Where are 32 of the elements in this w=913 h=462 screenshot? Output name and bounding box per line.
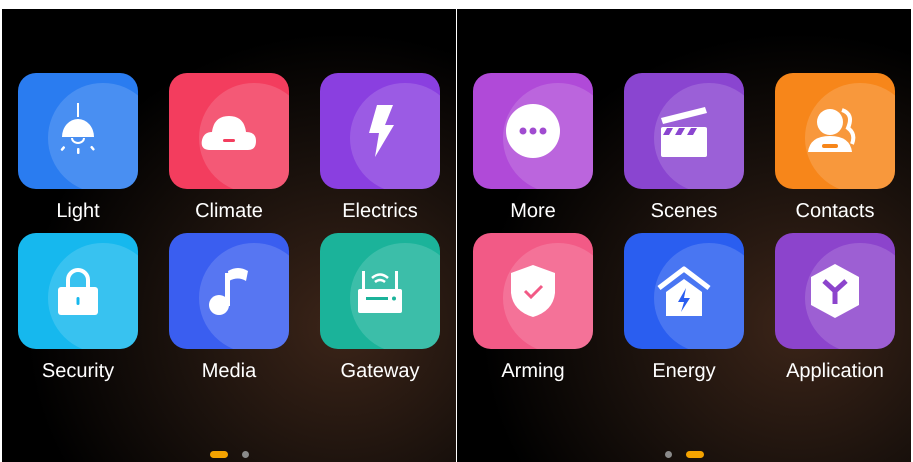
hexagon-icon xyxy=(811,264,859,318)
app-tile[interactable] xyxy=(169,73,289,189)
app-label: Arming xyxy=(501,359,565,383)
app-label: Contacts xyxy=(796,199,874,223)
more-options-icon xyxy=(506,104,560,158)
padlock-icon xyxy=(58,267,98,315)
app-label: Application xyxy=(786,359,884,383)
shield-check-icon xyxy=(511,265,555,317)
app-label: Electrics xyxy=(342,199,418,223)
app-label: Light xyxy=(56,199,100,223)
app-tile[interactable] xyxy=(624,73,744,189)
router-icon xyxy=(358,269,402,313)
music-note-icon xyxy=(208,267,250,315)
app-label: Gateway xyxy=(340,359,420,383)
app-tile[interactable] xyxy=(775,73,895,189)
app-tile[interactable] xyxy=(169,233,289,349)
app-tile[interactable] xyxy=(320,233,440,349)
house-bolt-icon xyxy=(656,266,712,316)
app-tile[interactable] xyxy=(624,233,744,349)
clapperboard-icon xyxy=(661,105,707,157)
app-tile[interactable] xyxy=(473,233,593,349)
app-label: Media xyxy=(202,359,256,383)
app-label: Security xyxy=(42,359,114,383)
app-tile[interactable] xyxy=(473,73,593,189)
app-label: Energy xyxy=(652,359,716,383)
app-tile[interactable] xyxy=(18,233,138,349)
app-tile[interactable] xyxy=(320,73,440,189)
app-label: Climate xyxy=(195,199,263,223)
app-tile[interactable] xyxy=(18,73,138,189)
app-label: More xyxy=(510,199,556,223)
app-label: Scenes xyxy=(650,199,718,223)
app-tile[interactable] xyxy=(775,233,895,349)
